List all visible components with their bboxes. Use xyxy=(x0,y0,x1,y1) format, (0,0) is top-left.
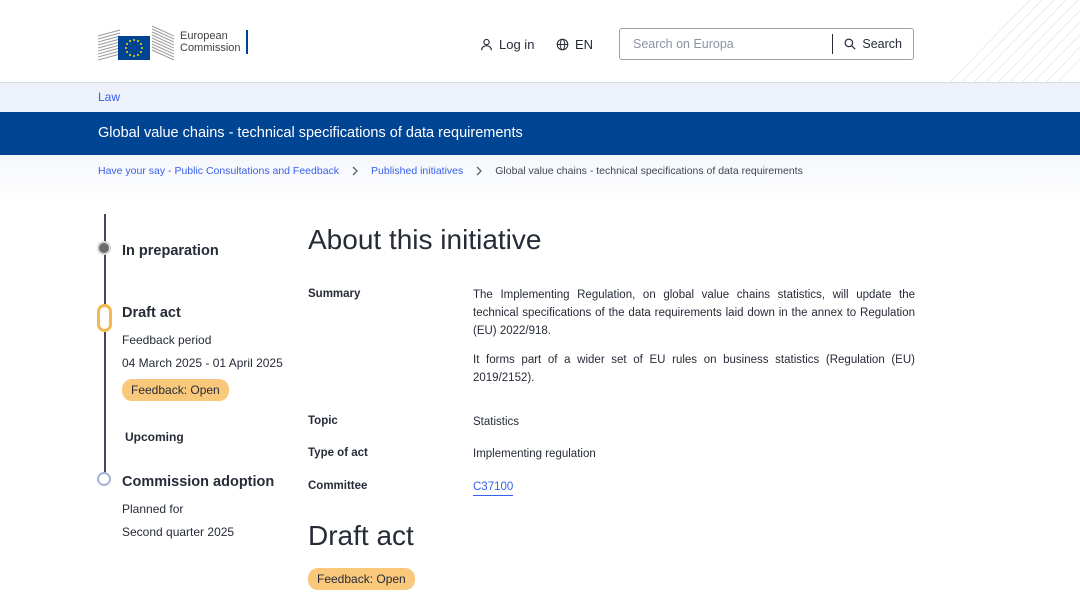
summary-value: The Implementing Regulation, on global v… xyxy=(473,286,915,398)
committee-value: C37100 xyxy=(473,478,915,496)
search-button[interactable]: Search xyxy=(833,29,913,59)
feedback-period-label: Feedback period xyxy=(122,333,212,347)
timeline-step-commission-adoption: Commission adoption xyxy=(122,474,275,490)
feedback-status-badge: Feedback: Open xyxy=(122,379,229,401)
committee-link[interactable]: C37100 xyxy=(473,481,514,496)
law-link[interactable]: Law xyxy=(98,90,120,104)
breadcrumb-background xyxy=(0,155,1080,200)
topic-label: Topic xyxy=(308,415,338,427)
planned-for-label: Planned for xyxy=(122,502,184,516)
draft-feedback-status-badge: Feedback: Open xyxy=(308,568,415,590)
type-of-act-value: Implementing regulation xyxy=(473,448,596,460)
planned-date: Second quarter 2025 xyxy=(122,525,235,539)
timeline-step-current-icon xyxy=(97,304,112,332)
logo-divider xyxy=(245,30,248,54)
page-title-band: Global value chains - technical specific… xyxy=(0,112,1080,155)
chevron-right-icon xyxy=(475,166,483,176)
logo-text: European Commission xyxy=(180,30,241,54)
upcoming-label: Upcoming xyxy=(125,430,184,444)
breadcrumb-published-initiatives[interactable]: Published initiatives xyxy=(371,165,463,177)
summary-paragraph-2: It forms part of a wider set of EU rules… xyxy=(473,354,915,384)
login-label: Log in xyxy=(499,37,535,52)
logo-line-2: Commission xyxy=(180,42,241,54)
breadcrumb: Have your say - Public Consultations and… xyxy=(98,165,803,177)
search-box: Search xyxy=(619,28,914,60)
type-of-act-label: Type of act xyxy=(308,447,368,459)
timeline-line xyxy=(104,214,106,305)
breadcrumb-have-your-say[interactable]: Have your say - Public Consultations and… xyxy=(98,165,339,177)
site-header: European Commission Log in EN Search xyxy=(0,0,1080,83)
search-input[interactable] xyxy=(631,29,833,59)
timeline-step-done-icon xyxy=(97,241,111,255)
page-title: Global value chains - technical specific… xyxy=(98,125,523,141)
header-decoration xyxy=(910,0,1080,82)
summary-paragraph-1: The Implementing Regulation, on global v… xyxy=(473,289,915,337)
draft-act-heading: Draft act xyxy=(308,520,414,551)
login-link[interactable]: Log in xyxy=(480,37,534,52)
commission-building-icon xyxy=(97,22,175,62)
breadcrumb-current: Global value chains - technical specific… xyxy=(495,165,803,177)
summary-label: Summary xyxy=(308,288,361,300)
language-label: EN xyxy=(575,37,594,52)
chevron-right-icon xyxy=(351,166,359,176)
logo-line-1: European xyxy=(180,30,228,42)
timeline-step-in-preparation: In preparation xyxy=(122,243,219,259)
user-icon xyxy=(481,38,492,51)
globe-icon xyxy=(556,38,569,51)
committee-label: Committee xyxy=(308,480,368,492)
topic-value: Statistics xyxy=(473,416,520,428)
search-button-label: Search xyxy=(862,37,902,51)
timeline-step-draft-act: Draft act xyxy=(122,305,181,321)
timeline-step-upcoming-icon xyxy=(97,472,111,486)
about-heading: About this initiative xyxy=(308,224,542,255)
language-selector[interactable]: EN xyxy=(556,37,593,52)
site-nav-bar: Law xyxy=(0,83,1080,112)
european-commission-logo[interactable]: European Commission xyxy=(97,22,248,62)
feedback-period-dates: 04 March 2025 - 01 April 2025 xyxy=(122,356,283,370)
timeline-line xyxy=(104,332,106,473)
search-icon xyxy=(844,38,857,50)
